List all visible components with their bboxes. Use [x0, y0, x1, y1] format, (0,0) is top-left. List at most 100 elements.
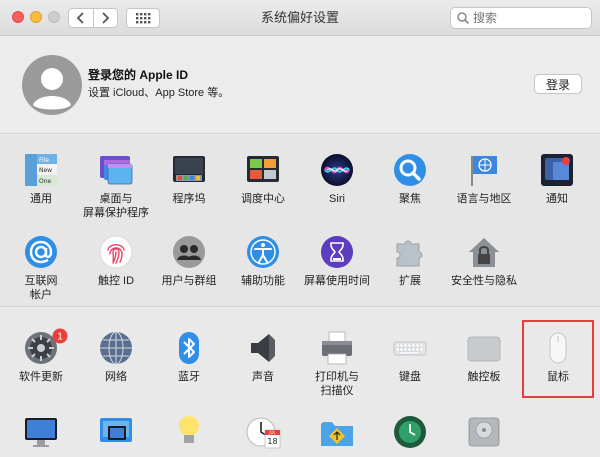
pane-trackpad[interactable]: 触控板: [447, 330, 521, 384]
lightbulb-icon: [179, 416, 199, 443]
sidecar-icon: [100, 418, 132, 442]
pane-label: 互联网 帐户: [24, 275, 58, 301]
pane-sound[interactable]: 声音: [226, 330, 300, 384]
trackpad-icon: [467, 336, 501, 362]
pane-keyboard[interactable]: 键盘: [373, 330, 447, 384]
general-icon-word-2: New: [39, 167, 52, 174]
back-button[interactable]: [69, 9, 93, 27]
close-window-button[interactable]: [12, 11, 24, 23]
pane-label: 键盘: [399, 371, 421, 383]
calendar-day: 18: [267, 437, 277, 446]
speaker-icon: [251, 334, 275, 362]
bluetooth-icon: [179, 332, 199, 364]
pane-label: 软件更新: [19, 371, 63, 383]
pane-date-time[interactable]: JUL 18: [226, 414, 300, 450]
notifications-icon: [541, 154, 573, 186]
users-groups-icon: [173, 236, 205, 268]
pane-language-region[interactable]: 语言与地区: [447, 152, 521, 206]
pane-label: 蓝牙: [178, 371, 200, 383]
pane-network[interactable]: 网络: [79, 330, 153, 384]
pane-accessibility[interactable]: 辅助功能: [226, 234, 300, 288]
zoom-window-button[interactable]: [48, 11, 60, 23]
chevron-right-icon: [102, 12, 110, 24]
general-icon-word-3: One: [39, 178, 52, 185]
pane-notifications[interactable]: 通知: [520, 152, 594, 206]
apple-id-subtitle: 设置 iCloud、App Store 等。: [88, 87, 230, 99]
pane-security-privacy[interactable]: 安全性与隐私: [447, 234, 521, 288]
login-button[interactable]: 登录: [534, 74, 582, 94]
pane-label: 通用: [30, 193, 52, 205]
mission-control-icon: [247, 156, 279, 182]
globe-icon: [100, 331, 132, 365]
keyboard-icon: [393, 341, 427, 356]
search-input[interactable]: [450, 7, 592, 29]
apple-id-title[interactable]: 登录您的 Apple ID: [88, 66, 188, 83]
pane-dock[interactable]: 程序坞: [152, 152, 226, 206]
pane-bluetooth[interactable]: 蓝牙: [152, 330, 226, 384]
pane-general[interactable]: File New One 通用: [4, 152, 78, 206]
pane-label: 调度中心: [241, 193, 285, 205]
puzzle-icon: [396, 240, 423, 267]
pane-sidecar[interactable]: [79, 414, 153, 450]
general-icon: File New One: [25, 154, 57, 186]
pane-spotlight[interactable]: 聚焦: [373, 152, 447, 206]
pane-label: 程序坞: [172, 193, 206, 205]
sharing-folder-icon: [321, 422, 353, 446]
pane-label: 扩展: [399, 275, 421, 287]
spotlight-icon: [394, 154, 426, 186]
show-all-button[interactable]: [126, 8, 160, 28]
pane-label: 桌面与 屏幕保护程序: [83, 193, 149, 219]
pane-label: 声音: [252, 371, 274, 383]
update-badge-count: 1: [57, 332, 63, 343]
navigation-buttons: [68, 8, 118, 28]
pane-label: Siri: [329, 193, 345, 205]
pane-energy-saver[interactable]: [152, 412, 226, 448]
mouse-highlight-box: [522, 320, 594, 398]
pane-label: 安全性与隐私: [451, 275, 517, 287]
pane-startup-disk[interactable]: [447, 414, 521, 450]
avatar-icon[interactable]: [22, 55, 82, 115]
hourglass-icon: [321, 236, 353, 268]
pane-label: 网络: [105, 371, 127, 383]
pane-time-machine[interactable]: [373, 414, 447, 450]
pane-siri[interactable]: Siri: [300, 152, 374, 206]
fingerprint-icon: [99, 235, 133, 269]
pane-label: 通知: [546, 193, 568, 205]
pane-label: 打印机与 扫描仪: [315, 371, 359, 397]
pane-printers-scanners[interactable]: 打印机与 扫描仪: [300, 330, 374, 398]
pane-label: 用户与群组: [161, 275, 217, 287]
grid-icon: [136, 13, 151, 24]
pane-label: 屏幕使用时间: [304, 275, 370, 287]
pane-label: 触控板: [467, 371, 501, 383]
accessibility-icon: [247, 236, 279, 268]
pane-sharing[interactable]: [300, 414, 374, 450]
printer-icon: [322, 331, 352, 365]
time-machine-icon: [394, 416, 426, 448]
house-lock-icon: [469, 238, 499, 267]
pane-touch-id[interactable]: 触控 ID: [79, 234, 153, 288]
general-icon-word-1: File: [39, 157, 49, 164]
desktop-screensaver-icon: [100, 156, 133, 185]
calendar-clock-icon: JUL 18: [246, 417, 281, 449]
dock-icon: [173, 156, 205, 182]
language-region-icon: [471, 156, 497, 186]
chevron-left-icon: [76, 12, 84, 24]
pane-screen-time[interactable]: 屏幕使用时间: [300, 234, 374, 288]
calendar-month: JUL: [268, 430, 276, 435]
minimize-window-button[interactable]: [30, 11, 42, 23]
apple-id-section: 登录您的 Apple ID 设置 iCloud、App Store 等。 登录: [0, 37, 600, 134]
pane-internet-accounts[interactable]: 互联网 帐户: [4, 234, 78, 302]
badge-icon: 1: [52, 328, 68, 344]
pane-label: 触控 ID: [97, 275, 135, 287]
pane-displays[interactable]: [4, 414, 78, 450]
pane-mission-control[interactable]: 调度中心: [226, 152, 300, 206]
pane-label: 语言与地区: [456, 193, 512, 205]
pane-label: 辅助功能: [241, 275, 285, 287]
pane-label: 聚焦: [399, 193, 421, 205]
disk-icon: [468, 417, 500, 447]
forward-button[interactable]: [92, 9, 118, 27]
pane-extensions[interactable]: 扩展: [373, 234, 447, 288]
pane-desktop-screensaver[interactable]: 桌面与 屏幕保护程序: [79, 152, 153, 220]
pane-users-groups[interactable]: 用户与群组: [152, 234, 226, 288]
siri-icon: [321, 154, 353, 186]
